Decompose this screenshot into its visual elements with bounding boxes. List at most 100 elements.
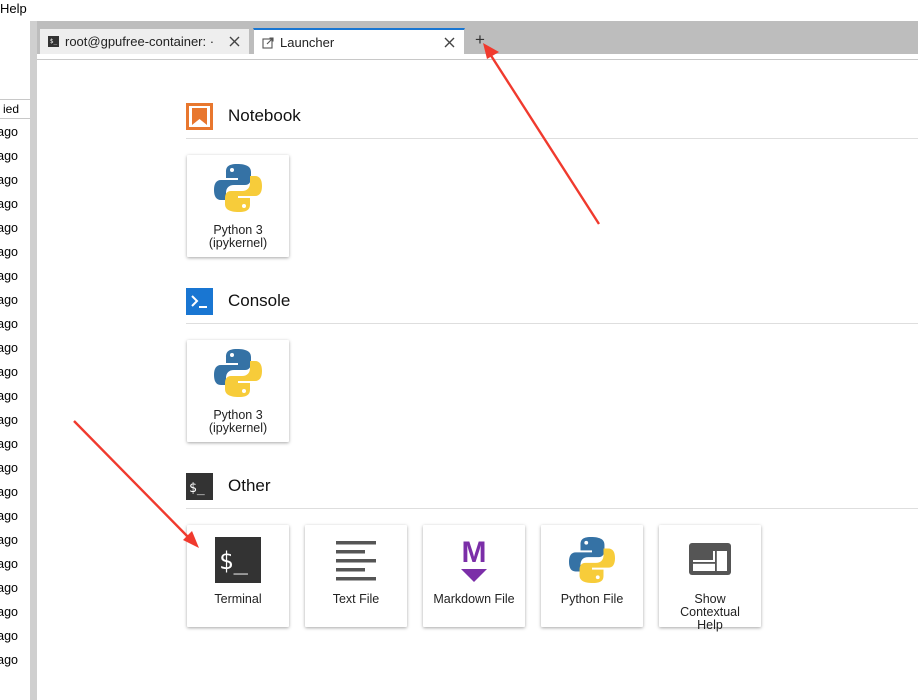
markdown-icon: M — [461, 536, 487, 582]
file-row-modified: ago — [0, 341, 18, 355]
section-other: $_ Other — [186, 471, 918, 501]
file-row-modified: ago — [0, 557, 18, 571]
file-row-modified: ago — [0, 125, 18, 139]
launcher-card-notebook-python3[interactable]: Python 3 (ipykernel) — [187, 155, 289, 257]
file-row-modified: ago — [0, 173, 18, 187]
section-divider — [186, 138, 918, 139]
file-row[interactable]: ago — [0, 480, 30, 504]
card-label: Text File — [332, 592, 380, 606]
card-label: Python 3 (ipykernel) — [208, 408, 268, 435]
file-row[interactable]: ago — [0, 456, 30, 480]
file-row-modified: ago — [0, 581, 18, 595]
file-row-modified: ago — [0, 149, 18, 163]
file-row-modified: ago — [0, 413, 18, 427]
file-row-modified: ago — [0, 317, 18, 331]
file-row-modified: ago — [0, 389, 18, 403]
python-icon — [569, 537, 615, 583]
launch-icon — [262, 36, 274, 49]
terminal-section-icon: $_ — [186, 472, 213, 500]
file-row[interactable]: ago — [0, 360, 30, 384]
tab-launcher[interactable]: Launcher — [253, 28, 465, 55]
contextual-help-icon — [689, 543, 731, 575]
file-row[interactable]: ago — [0, 528, 30, 552]
close-icon[interactable] — [227, 35, 241, 49]
card-label: Python 3 (ipykernel) — [208, 223, 268, 250]
file-row-modified: ago — [0, 365, 18, 379]
python-icon — [214, 349, 262, 397]
card-label: Terminal — [214, 592, 262, 606]
file-row[interactable]: ago — [0, 264, 30, 288]
panel-splitter[interactable] — [30, 21, 37, 700]
file-row[interactable]: ago — [0, 336, 30, 360]
card-label: Markdown File — [433, 592, 515, 606]
file-row-modified: ago — [0, 437, 18, 451]
launcher-card-text-file[interactable]: Text File — [305, 525, 407, 627]
file-row-modified: ago — [0, 533, 18, 547]
file-row-modified: ago — [0, 509, 18, 523]
file-row-modified: ago — [0, 197, 18, 211]
section-title-console: Console — [228, 291, 291, 310]
file-row[interactable]: ago — [0, 192, 30, 216]
notebook-icon — [186, 102, 213, 130]
section-title-notebook: Notebook — [228, 106, 301, 125]
menu-help[interactable]: Help — [0, 1, 27, 16]
launcher-card-contextual-help[interactable]: Show Contextual Help — [659, 525, 761, 632]
file-row[interactable]: ago — [0, 288, 30, 312]
launcher-card-markdown-file[interactable]: M Markdown File — [423, 525, 525, 627]
file-row[interactable]: ago — [0, 144, 30, 168]
tab-terminal[interactable]: $_ root@gpufree-container: · — [39, 28, 250, 54]
card-label: Show Contextual Help — [680, 592, 740, 632]
close-icon[interactable] — [442, 36, 456, 50]
file-row[interactable]: ago — [0, 552, 30, 576]
file-row[interactable]: ago — [0, 384, 30, 408]
svg-text:$_: $_ — [189, 481, 205, 496]
launcher-card-console-python3[interactable]: Python 3 (ipykernel) — [187, 340, 289, 442]
file-row[interactable]: ago — [0, 600, 30, 624]
launcher-card-terminal[interactable]: $_ Terminal — [187, 525, 289, 627]
file-row[interactable]: ago — [0, 504, 30, 528]
svg-text:$_: $_ — [219, 547, 248, 575]
file-row[interactable]: ago — [0, 624, 30, 648]
console-icon — [186, 287, 213, 315]
section-console: Console — [186, 286, 918, 316]
launcher-card-python-file[interactable]: Python File — [541, 525, 643, 627]
tab-bar-underline — [37, 54, 918, 60]
file-row-modified: ago — [0, 245, 18, 259]
file-row-modified: ago — [0, 221, 18, 235]
file-row-modified: ago — [0, 605, 18, 619]
file-row-modified: ago — [0, 485, 18, 499]
annotation-arrow-add-tab — [488, 53, 601, 225]
file-row[interactable]: ago — [0, 120, 30, 144]
python-icon — [214, 164, 262, 212]
file-row[interactable]: ago — [0, 576, 30, 600]
file-row-modified: ago — [0, 629, 18, 643]
file-row[interactable]: ago — [0, 216, 30, 240]
add-tab-button[interactable]: + — [470, 30, 490, 50]
svg-text:M: M — [462, 536, 487, 569]
section-divider — [186, 508, 918, 509]
file-row[interactable]: ago — [0, 240, 30, 264]
file-row[interactable]: ago — [0, 648, 30, 672]
section-divider — [186, 323, 918, 324]
tab-bar: $_ root@gpufree-container: · Launcher + — [37, 21, 918, 55]
annotation-arrow-terminal — [73, 420, 192, 541]
tab-launcher-label: Launcher — [280, 35, 335, 50]
terminal-icon: $_ — [215, 537, 261, 583]
terminal-tab-icon: $_ — [48, 36, 59, 47]
menu-bar: Help — [0, 0, 918, 21]
text-file-icon — [336, 541, 376, 581]
section-title-other: Other — [228, 476, 271, 495]
file-row-modified: ago — [0, 461, 18, 475]
card-label: Python File — [560, 592, 624, 606]
file-row-modified: ago — [0, 293, 18, 307]
file-row[interactable]: ago — [0, 408, 30, 432]
file-browser-rows: ago ago ago ago ago ago ago ago ago ago ago ago ago a… — [0, 120, 30, 672]
tab-terminal-label: root@gpufree-container: · — [65, 34, 215, 49]
section-notebook: Notebook — [186, 101, 918, 131]
file-browser-column-header-modified[interactable]: ied — [0, 99, 30, 119]
file-row[interactable]: ago — [0, 432, 30, 456]
file-row[interactable]: ago — [0, 168, 30, 192]
file-browser-panel: ied ago ago ago ago ago ago ago ago ago ago ago ago… — [0, 21, 30, 700]
file-row[interactable]: ago — [0, 312, 30, 336]
file-row-modified: ago — [0, 269, 18, 283]
